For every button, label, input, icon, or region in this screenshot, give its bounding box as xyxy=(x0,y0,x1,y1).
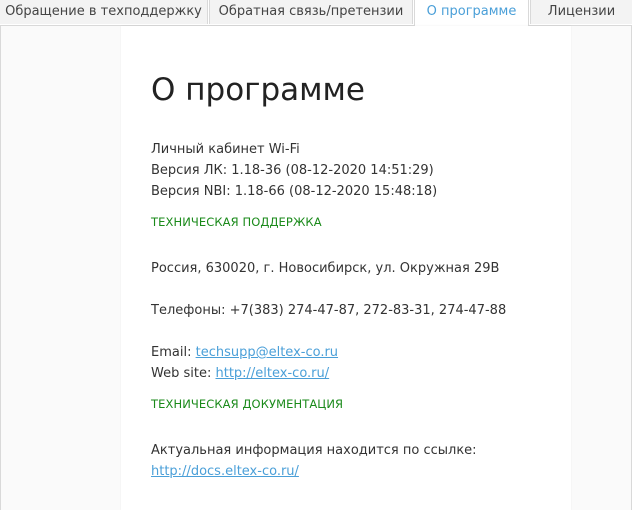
support-website-row: Web site: http://eltex-co.ru/ xyxy=(151,364,329,384)
email-label: Email: xyxy=(151,345,192,360)
tab-feedback-claims[interactable]: Обратная связь/претензии xyxy=(209,0,413,24)
docs-info-text: Актуальная информация находится по ссылк… xyxy=(151,443,477,458)
tab-licenses[interactable]: Лицензии xyxy=(530,0,632,24)
version-nbi: Версия NBI: 1.18-66 (08-12-2020 15:48:18… xyxy=(151,184,438,199)
page: Обращение в техподдержку Обратная связь/… xyxy=(0,0,632,510)
tab-support-request[interactable]: Обращение в техподдержку xyxy=(0,0,208,24)
docs-link[interactable]: http://docs.eltex-co.ru/ xyxy=(151,464,299,479)
support-email-row: Email: techsupp@eltex-co.ru xyxy=(151,343,338,363)
support-phones: Телефоны: +7(383) 274-47-87, 272-83-31, … xyxy=(151,303,507,318)
docs-heading: ТЕХНИЧЕСКАЯ ДОКУМЕНТАЦИЯ xyxy=(151,397,344,411)
website-label: Web site: xyxy=(151,366,212,381)
website-link[interactable]: http://eltex-co.ru/ xyxy=(215,366,329,381)
product-name: Личный кабинет Wi-Fi xyxy=(151,142,300,157)
docs-link-row: http://docs.eltex-co.ru/ xyxy=(151,462,299,482)
page-title: О программе xyxy=(151,72,365,108)
support-address: Россия, 630020, г. Новосибирск, ул. Окру… xyxy=(151,261,500,276)
tab-about[interactable]: О программе xyxy=(414,0,529,26)
support-heading: ТЕХНИЧЕСКАЯ ПОДДЕРЖКА xyxy=(151,215,322,229)
version-lk: Версия ЛК: 1.18-36 (08-12-2020 14:51:29) xyxy=(151,163,434,178)
tab-bar: Обращение в техподдержку Обратная связь/… xyxy=(0,0,632,26)
about-panel: О программе Личный кабинет Wi-Fi Версия … xyxy=(121,26,571,510)
left-border xyxy=(0,25,1,510)
email-link[interactable]: techsupp@eltex-co.ru xyxy=(196,345,338,360)
